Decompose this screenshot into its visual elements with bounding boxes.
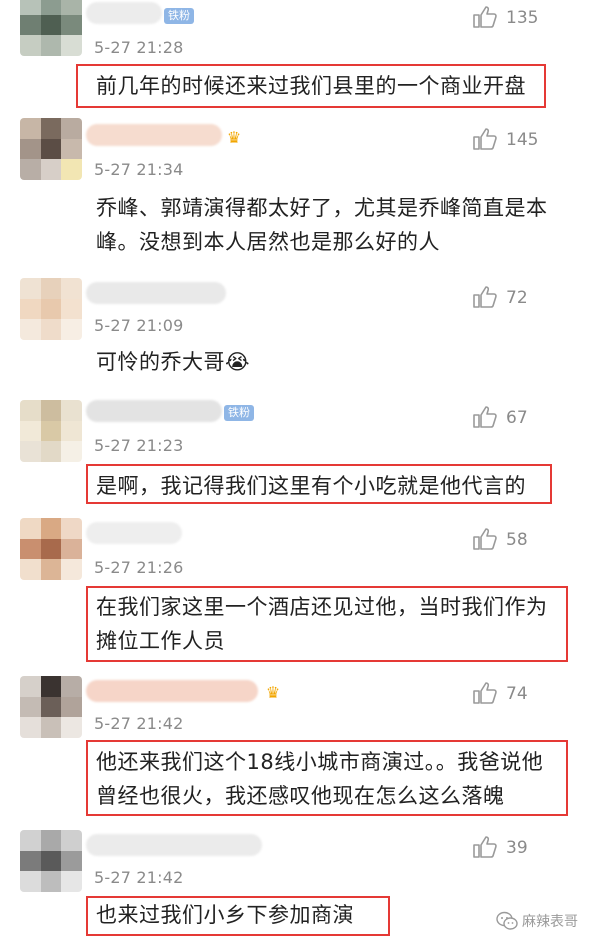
avatar[interactable]	[20, 518, 82, 580]
highlight-box	[86, 586, 568, 662]
thumbs-up-icon	[473, 528, 497, 550]
like-count: 58	[506, 530, 528, 550]
like-count: 67	[506, 408, 528, 428]
avatar[interactable]	[20, 118, 82, 180]
crown-icon: ♛	[265, 683, 281, 702]
avatar[interactable]	[20, 830, 82, 892]
like-count: 74	[506, 684, 528, 704]
thumbs-up-icon	[473, 682, 497, 704]
comment-text: 可怜的乔大哥😭	[96, 350, 251, 374]
thumbs-up-icon	[473, 128, 497, 150]
thumbs-up-icon	[473, 286, 497, 308]
highlight-box	[86, 464, 552, 504]
highlight-box	[86, 740, 568, 816]
fan-badge: 铁粉	[164, 8, 194, 24]
like-button[interactable]: 58	[472, 526, 572, 554]
username-blurred[interactable]	[86, 124, 222, 146]
comment-text: 乔峰、郭靖演得都太好了，尤其是乔峰简直是本峰。没想到本人居然也是那么好的人	[96, 196, 548, 254]
like-button[interactable]: 67	[472, 404, 572, 432]
highlight-box	[76, 64, 546, 108]
username-blurred[interactable]	[86, 400, 222, 422]
like-count: 39	[506, 838, 528, 858]
like-count: 135	[506, 8, 539, 28]
fan-badge: 铁粉	[224, 405, 254, 421]
watermark-text: 麻辣表哥	[522, 914, 578, 930]
like-button[interactable]: 135	[472, 4, 572, 32]
username-blurred[interactable]	[86, 522, 182, 544]
username-blurred[interactable]	[86, 680, 258, 702]
username-blurred[interactable]	[86, 2, 162, 24]
thumbs-up-icon	[473, 406, 497, 428]
thumbs-up-icon	[473, 836, 497, 858]
comment-time: 5-27 21:09	[94, 316, 184, 335]
like-button[interactable]: 39	[472, 834, 572, 862]
avatar[interactable]	[20, 278, 82, 340]
comment-time: 5-27 21:23	[94, 436, 184, 455]
like-button[interactable]: 145	[472, 126, 572, 154]
like-count: 72	[506, 288, 528, 308]
avatar[interactable]	[20, 676, 82, 738]
thumbs-up-icon	[473, 6, 497, 28]
comment-time: 5-27 21:26	[94, 558, 184, 577]
avatar[interactable]	[20, 400, 82, 462]
like-button[interactable]: 74	[472, 680, 572, 708]
comment-time: 5-27 21:42	[94, 868, 184, 887]
like-button[interactable]: 72	[472, 284, 572, 312]
wechat-icon	[496, 911, 518, 930]
crown-icon: ♛	[226, 128, 242, 147]
comment-time: 5-27 21:42	[94, 714, 184, 733]
avatar[interactable]	[20, 0, 82, 56]
highlight-box	[86, 896, 390, 936]
watermark: 麻辣表哥	[496, 910, 578, 932]
username-blurred[interactable]	[86, 282, 226, 304]
like-count: 145	[506, 130, 539, 150]
comment-time: 5-27 21:28	[94, 38, 184, 57]
username-blurred[interactable]	[86, 834, 262, 856]
comment-time: 5-27 21:34	[94, 160, 184, 179]
